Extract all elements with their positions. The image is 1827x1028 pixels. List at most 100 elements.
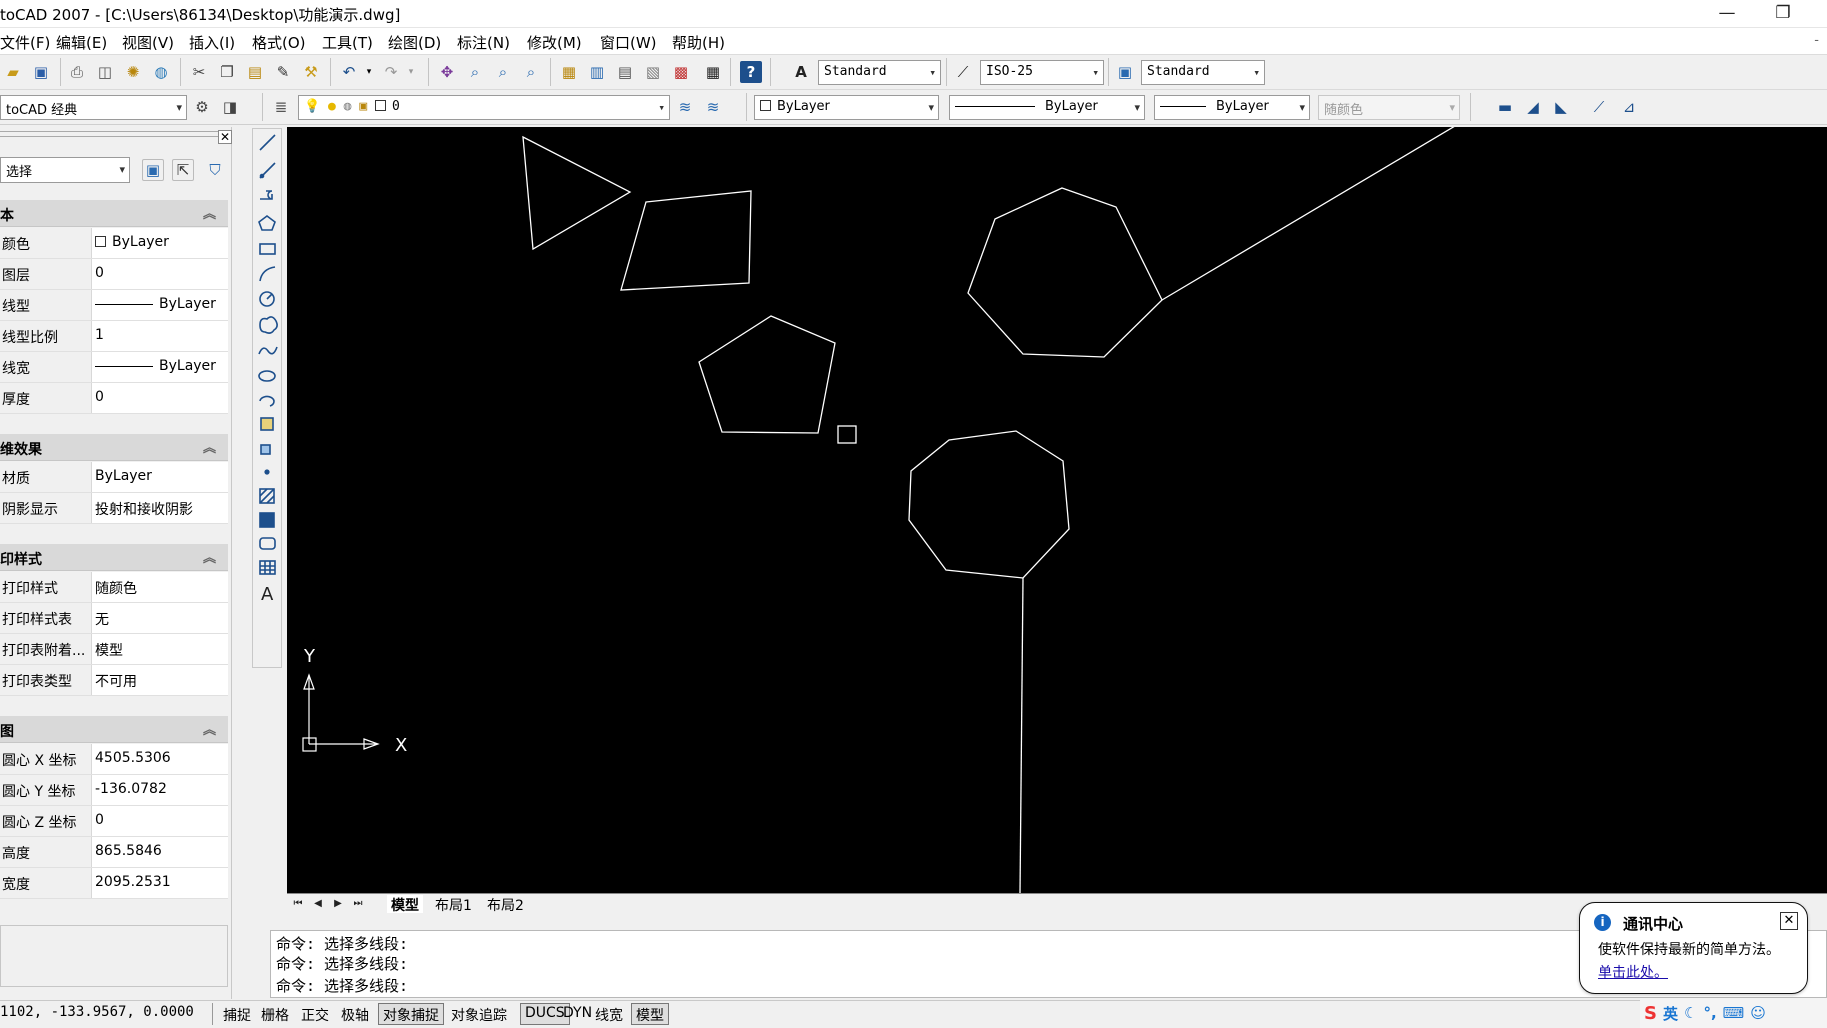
drawing-canvas[interactable]: Y X <box>287 127 1827 893</box>
collapse-icon[interactable]: ︽ <box>203 719 216 738</box>
keyboard-icon[interactable]: ⌨ <box>1723 1004 1745 1022</box>
collapse-icon[interactable]: ︽ <box>203 203 216 222</box>
undo-icon[interactable]: ↶ <box>338 61 360 83</box>
workspace-select[interactable]: toCAD 经典 ▾ <box>0 95 187 120</box>
print-preview-icon[interactable]: ◫ <box>94 61 116 83</box>
table-style-select[interactable]: Standard ▾ <box>1141 60 1265 85</box>
tab-model[interactable]: 模型 <box>387 895 423 914</box>
first-tab-icon[interactable]: ⏮ <box>289 896 307 912</box>
dimension-linear-icon[interactable]: ▬ <box>1494 96 1516 118</box>
menu-format[interactable]: 格式(O) <box>252 32 306 53</box>
help-icon[interactable]: ? <box>740 61 762 83</box>
section-view[interactable]: 图 ︽ <box>0 716 228 743</box>
last-tab-icon[interactable]: ⏭ <box>349 896 367 912</box>
selection-select[interactable]: 选择 ▾ <box>0 157 130 183</box>
pan-icon[interactable]: ✥ <box>436 61 458 83</box>
table-style-icon[interactable]: ▣ <box>1114 61 1136 83</box>
dimension-angular-icon[interactable]: ◣ <box>1550 96 1572 118</box>
otrack-toggle[interactable]: 对象追踪 <box>446 1003 512 1025</box>
next-tab-icon[interactable]: ▶ <box>329 896 347 912</box>
save-icon[interactable]: ▣ <box>30 61 52 83</box>
design-center-icon[interactable]: ▥ <box>586 61 608 83</box>
prop-row-layer[interactable]: 图层 0 <box>0 259 228 290</box>
lineweight-select[interactable]: ByLayer ▾ <box>1154 95 1310 120</box>
prop-row-linetype[interactable]: 线型 ByLayer <box>0 290 228 321</box>
lineweight-toggle[interactable]: 线宽 <box>590 1003 628 1025</box>
punctuation-icon[interactable]: °, <box>1703 1004 1716 1022</box>
publish-icon[interactable]: ✺ <box>122 61 144 83</box>
print-icon[interactable]: ⎙ <box>66 61 88 83</box>
quick-select-icon[interactable]: ⛉ <box>204 159 226 181</box>
toggle-pickadd-icon[interactable]: ▣ <box>142 159 164 181</box>
moon-icon[interactable]: ☾ <box>1684 1004 1697 1022</box>
osnap-toggle[interactable]: 对象捕捉 <box>378 1003 444 1025</box>
prop-row-color[interactable]: 颜色 ByLayer <box>0 228 228 259</box>
section-3d-visualization[interactable]: 维效果 ︽ <box>0 434 228 461</box>
sheet-set-icon[interactable]: ▧ <box>642 61 664 83</box>
zoom-realtime-icon[interactable]: ⌕ <box>464 61 486 83</box>
redo-dropdown-icon[interactable]: ▾ <box>400 61 422 83</box>
section-plot-style[interactable]: 印样式 ︽ <box>0 544 228 571</box>
layer-previous-icon[interactable]: ≋ <box>702 96 724 118</box>
prop-row-width[interactable]: 宽度 2095.2531 <box>0 868 228 899</box>
palette-close-icon[interactable]: ✕ <box>218 130 232 144</box>
match-properties-icon[interactable]: ✎ <box>272 61 294 83</box>
cut-icon[interactable]: ✂ <box>188 61 210 83</box>
color-select[interactable]: ByLayer ▾ <box>754 95 939 120</box>
prop-row-lineweight[interactable]: 线宽 ByLayer <box>0 352 228 383</box>
menu-dimension[interactable]: 标注(N) <box>457 32 510 53</box>
linetype-select[interactable]: ByLayer ▾ <box>949 95 1145 120</box>
menu-window[interactable]: 窗口(W) <box>600 32 657 53</box>
calculator-icon[interactable]: ▦ <box>702 61 724 83</box>
dimension-aligned-icon[interactable]: ◢ <box>1522 96 1544 118</box>
undo-dropdown-icon[interactable]: ▾ <box>358 61 380 83</box>
prev-tab-icon[interactable]: ◀ <box>309 896 327 912</box>
tool-palettes-icon[interactable]: ▤ <box>614 61 636 83</box>
prop-row-center-y[interactable]: 圆心 Y 坐标 -136.0782 <box>0 775 228 806</box>
layer-select[interactable]: 💡 ● ◍ ▣ 0 ▾ <box>298 95 670 120</box>
save-workspace-icon[interactable]: ◨ <box>219 96 241 118</box>
menu-file[interactable]: 文件(F) <box>0 32 50 53</box>
ortho-toggle[interactable]: 正交 <box>296 1003 334 1025</box>
ime-mode-label[interactable]: 英 <box>1663 1003 1678 1024</box>
prop-row-shadow[interactable]: 阴影显示 投射和接收阴影 <box>0 493 228 524</box>
prop-row-material[interactable]: 材质 ByLayer <box>0 462 228 493</box>
layer-manager-icon[interactable]: ≣ <box>270 96 292 118</box>
workspace-settings-icon[interactable]: ⚙ <box>191 96 213 118</box>
minimize-button[interactable]: — <box>1704 2 1750 26</box>
menu-tools[interactable]: 工具(T) <box>322 32 373 53</box>
palette-grip[interactable] <box>0 131 222 137</box>
prop-row-center-x[interactable]: 圆心 X 坐标 4505.5306 <box>0 744 228 775</box>
menu-help[interactable]: 帮助(H) <box>672 32 725 53</box>
menu-view[interactable]: 视图(V) <box>122 32 174 53</box>
prop-row-height[interactable]: 高度 865.5846 <box>0 837 228 868</box>
restore-button[interactable]: ❐ <box>1760 2 1806 26</box>
menu-modify[interactable]: 修改(M) <box>527 32 582 53</box>
menu-draw[interactable]: 绘图(D) <box>388 32 441 53</box>
prop-row-linetype-scale[interactable]: 线型比例 1 <box>0 321 228 352</box>
model-toggle[interactable]: 模型 <box>631 1003 669 1025</box>
prop-row-thickness[interactable]: 厚度 0 <box>0 383 228 414</box>
prop-row-plot-table-attached[interactable]: 打印表附着... 模型 <box>0 634 228 665</box>
sogou-ime-icon[interactable]: S <box>1644 1003 1657 1024</box>
block-editor-icon[interactable]: ⚒ <box>300 61 322 83</box>
text-style-select[interactable]: Standard ▾ <box>818 60 941 85</box>
make-object-layer-current-icon[interactable]: ≋ <box>674 96 696 118</box>
user-icon[interactable]: ☺ <box>1750 1004 1766 1022</box>
zoom-previous-icon[interactable]: ⌕ <box>520 61 542 83</box>
properties-icon[interactable]: ▦ <box>558 61 580 83</box>
polar-toggle[interactable]: 极轴 <box>336 1003 374 1025</box>
command-prompt[interactable]: 命令: 选择多线段: <box>276 975 408 996</box>
dim-style-icon[interactable]: ⟋ <box>952 61 974 83</box>
prop-row-plot-style-table[interactable]: 打印样式表无 <box>0 603 228 634</box>
zoom-window-icon[interactable]: ⌕ <box>492 61 514 83</box>
open-icon[interactable]: ▰ <box>2 61 24 83</box>
prop-row-center-z[interactable]: 圆心 Z 坐标 0 <box>0 806 228 837</box>
mdi-minimize-button[interactable]: - <box>1814 33 1819 48</box>
select-objects-icon[interactable]: ⇱ <box>172 159 194 181</box>
menu-insert[interactable]: 插入(I) <box>189 32 235 53</box>
prop-row-plot-style[interactable]: 打印样式 随颜色 <box>0 572 228 603</box>
redo-icon[interactable]: ↷ <box>380 61 402 83</box>
balloon-link[interactable]: 单击此处。 <box>1598 962 1668 982</box>
markup-icon[interactable]: ▩ <box>670 61 692 83</box>
